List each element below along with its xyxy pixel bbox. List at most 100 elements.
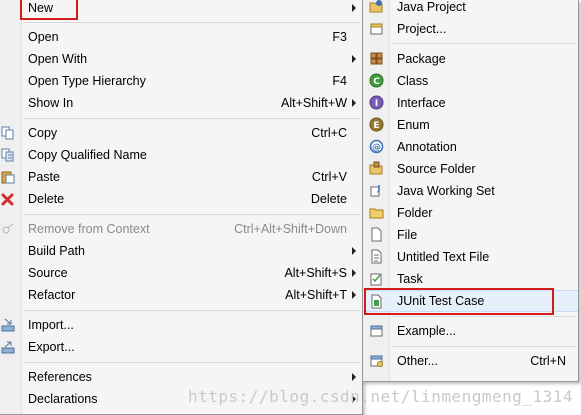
- export-icon: [1, 341, 15, 354]
- submenu-item-enum[interactable]: E Enum: [363, 114, 578, 136]
- menu-item-label: Build Path: [28, 244, 85, 258]
- menu-separator: [392, 316, 576, 317]
- menu-item-label: Untitled Text File: [397, 250, 490, 264]
- submenu-item-task[interactable]: Task: [363, 268, 578, 290]
- menu-item-open-with[interactable]: Open With: [0, 48, 362, 70]
- annotation-icon: @: [369, 139, 384, 154]
- menu-item-label: Source: [28, 266, 68, 280]
- menu-item-label: Java Working Set: [397, 184, 495, 198]
- menu-item-open-type-hierarchy[interactable]: Open Type Hierarchy F4: [0, 70, 362, 92]
- junit-test-case-icon: [371, 294, 382, 309]
- submenu-item-java-project[interactable]: Java Project: [363, 0, 578, 18]
- menu-item-label: Refactor: [28, 288, 76, 302]
- menu-item-open[interactable]: Open F3: [0, 26, 362, 48]
- menu-item-delete[interactable]: Delete Delete: [0, 188, 362, 210]
- menu-item-copy[interactable]: Copy Ctrl+C: [0, 122, 362, 144]
- menu-item-label: JUnit Test Case: [397, 294, 485, 308]
- menu-item-label: Task: [397, 272, 423, 286]
- svg-text:I: I: [375, 99, 378, 109]
- delete-icon: [1, 193, 14, 206]
- submenu-arrow-icon: [352, 373, 356, 381]
- submenu-arrow-icon: [352, 247, 356, 255]
- task-icon: [370, 273, 382, 286]
- submenu-item-annotation[interactable]: @ Annotation: [363, 136, 578, 158]
- menu-item-shortcut: Alt+Shift+W: [281, 96, 347, 110]
- submenu-item-package[interactable]: Package: [363, 48, 578, 70]
- menu-item-label: References: [28, 370, 92, 384]
- svg-text:@: @: [372, 143, 381, 153]
- menu-item-label: New: [28, 1, 54, 15]
- menu-item-label: Java Project: [397, 0, 466, 14]
- menu-item-shortcut: Ctrl+C: [311, 126, 347, 140]
- submenu-item-class[interactable]: C Class: [363, 70, 578, 92]
- watermark: https://blog.csdn.net/linmengmeng_1314: [188, 387, 574, 406]
- file-icon: [371, 227, 382, 242]
- menu-item-source[interactable]: Source Alt+Shift+S: [0, 262, 362, 284]
- menu-item-shortcut: Ctrl+Alt+Shift+Down: [234, 222, 347, 236]
- svg-text:J: J: [377, 184, 381, 193]
- menu-item-label: Folder: [397, 206, 433, 220]
- class-icon: C: [369, 73, 384, 88]
- remove-context-icon: [2, 223, 14, 234]
- menu-item-label: Remove from Context: [28, 222, 150, 236]
- menu-item-label: Annotation: [397, 140, 457, 154]
- copy-icon: [1, 126, 14, 140]
- menu-item-copy-qualified-name[interactable]: Copy Qualified Name: [0, 144, 362, 166]
- menu-item-show-in[interactable]: Show In Alt+Shift+W: [0, 92, 362, 114]
- submenu-item-project[interactable]: Project...: [363, 18, 578, 40]
- menu-item-remove-from-context[interactable]: Remove from Context Ctrl+Alt+Shift+Down: [0, 218, 362, 240]
- menu-item-shortcut: Ctrl+N: [530, 354, 566, 368]
- menu-item-label: Other...: [397, 354, 438, 368]
- submenu-item-example[interactable]: Example...: [363, 320, 578, 342]
- menu-item-shortcut: F3: [332, 30, 347, 44]
- submenu-item-file[interactable]: File: [363, 224, 578, 246]
- submenu-item-java-working-set[interactable]: J Java Working Set: [363, 180, 578, 202]
- example-icon: [370, 325, 383, 337]
- enum-icon: E: [369, 117, 384, 132]
- menu-item-label: Copy Qualified Name: [28, 148, 147, 162]
- menu-item-label: Declarations: [28, 392, 98, 406]
- java-working-set-icon: J: [370, 184, 381, 197]
- submenu-arrow-icon: [352, 99, 356, 107]
- menu-item-refactor[interactable]: Refactor Alt+Shift+T: [0, 284, 362, 306]
- menu-separator: [24, 118, 360, 119]
- menu-separator: [24, 362, 360, 363]
- submenu-item-junit-test-case[interactable]: JUnit Test Case: [363, 290, 578, 312]
- menu-item-label: Open Type Hierarchy: [28, 74, 146, 88]
- menu-item-paste[interactable]: Paste Ctrl+V: [0, 166, 362, 188]
- menu-item-import[interactable]: Import...: [0, 314, 362, 336]
- other-icon: [370, 355, 383, 367]
- submenu-item-interface[interactable]: I Interface: [363, 92, 578, 114]
- menu-item-label: Delete: [28, 192, 65, 206]
- submenu-item-other[interactable]: Other... Ctrl+N: [363, 350, 578, 372]
- menu-item-build-path[interactable]: Build Path: [0, 240, 362, 262]
- menu-item-label: Project...: [397, 22, 447, 36]
- menu-item-references[interactable]: References: [0, 366, 362, 388]
- submenu-item-untitled-text-file[interactable]: Untitled Text File: [363, 246, 578, 268]
- paste-icon: [1, 171, 15, 184]
- new-submenu: Java Project Project... Package C Class …: [362, 0, 579, 382]
- import-icon: [1, 318, 15, 332]
- menu-item-label: Show In: [28, 96, 74, 110]
- menu-separator: [392, 346, 576, 347]
- folder-icon: [369, 208, 384, 219]
- menu-item-shortcut: Ctrl+V: [311, 170, 347, 184]
- svg-text:E: E: [373, 121, 379, 131]
- menu-separator: [392, 43, 576, 44]
- menu-item-label: Enum: [397, 118, 430, 132]
- menu-item-shortcut: Alt+Shift+S: [284, 266, 347, 280]
- submenu-item-source-folder[interactable]: Source Folder: [363, 158, 578, 180]
- menu-item-label: Source Folder: [397, 162, 476, 176]
- submenu-arrow-icon: [352, 269, 356, 277]
- menu-item-label: Example...: [397, 324, 457, 338]
- source-folder-icon: [369, 161, 383, 175]
- menu-item-label: Paste: [28, 170, 60, 184]
- package-icon: [370, 52, 383, 65]
- menu-item-new[interactable]: New: [0, 0, 362, 19]
- menu-item-shortcut: Delete: [310, 192, 347, 206]
- project-icon: [370, 23, 383, 35]
- menu-item-label: Interface: [397, 96, 446, 110]
- submenu-arrow-icon: [352, 4, 356, 12]
- submenu-item-folder[interactable]: Folder: [363, 202, 578, 224]
- menu-item-export[interactable]: Export...: [0, 336, 362, 358]
